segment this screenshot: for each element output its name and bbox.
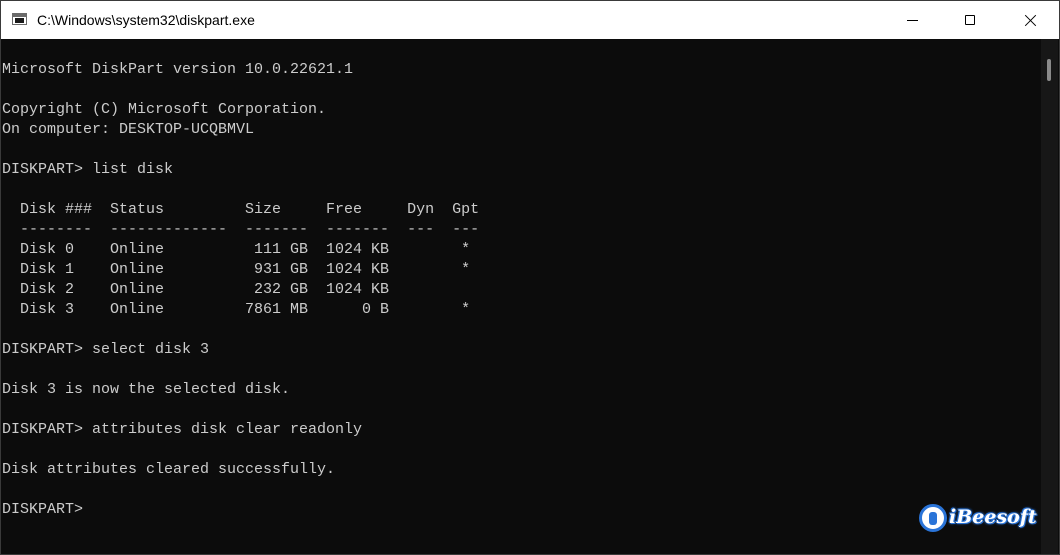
console-line: Microsoft DiskPart version 10.0.22621.1: [2, 61, 354, 78]
vertical-scrollbar[interactable]: [1041, 39, 1058, 554]
console-line: Disk 2 Online 232 GB 1024 KB: [2, 281, 390, 298]
console-line: Disk attributes cleared successfully.: [2, 461, 336, 478]
close-button[interactable]: [1007, 1, 1053, 39]
console-line: Disk 0 Online 111 GB 1024 KB *: [2, 241, 471, 258]
console-line: DISKPART> list disk: [2, 161, 174, 178]
title-bar[interactable]: C:\Windows\system32\diskpart.exe: [1, 1, 1059, 39]
ibeesoft-watermark: iBeesoft: [917, 501, 1037, 537]
console-window: C:\Windows\system32\diskpart.exe Microso…: [0, 0, 1060, 555]
console-line: On computer: DESKTOP-UCQBMVL: [2, 121, 255, 138]
close-icon: [1024, 14, 1037, 27]
console-line: Disk 3 is now the selected disk.: [2, 381, 291, 398]
console-output[interactable]: Microsoft DiskPart version 10.0.22621.1 C…: [1, 39, 1041, 554]
ibeesoft-logo-icon: [919, 504, 947, 532]
maximize-button[interactable]: [947, 1, 993, 39]
console-line: Copyright (C) Microsoft Corporation.: [2, 101, 327, 118]
window-title: C:\Windows\system32\diskpart.exe: [37, 12, 255, 28]
maximize-icon: [965, 15, 975, 25]
console-line: -------- ------------- ------- ------- -…: [2, 221, 480, 238]
console-app-icon: [12, 13, 27, 25]
console-line: DISKPART> attributes disk clear readonly: [2, 421, 363, 438]
minimize-icon: [906, 19, 918, 21]
watermark-text: iBeesoft: [949, 506, 1037, 528]
console-line: DISKPART>: [2, 501, 93, 518]
scrollbar-thumb[interactable]: [1047, 59, 1051, 81]
console-line: Disk 1 Online 931 GB 1024 KB *: [2, 261, 471, 278]
console-lines: Microsoft DiskPart version 10.0.22621.1 C…: [2, 60, 479, 520]
minimize-button[interactable]: [889, 1, 935, 39]
console-line: DISKPART> select disk 3: [2, 341, 210, 358]
console-line: Disk 3 Online 7861 MB 0 B *: [2, 301, 471, 318]
console-line: Disk ### Status Size Free Dyn Gpt: [2, 201, 480, 218]
